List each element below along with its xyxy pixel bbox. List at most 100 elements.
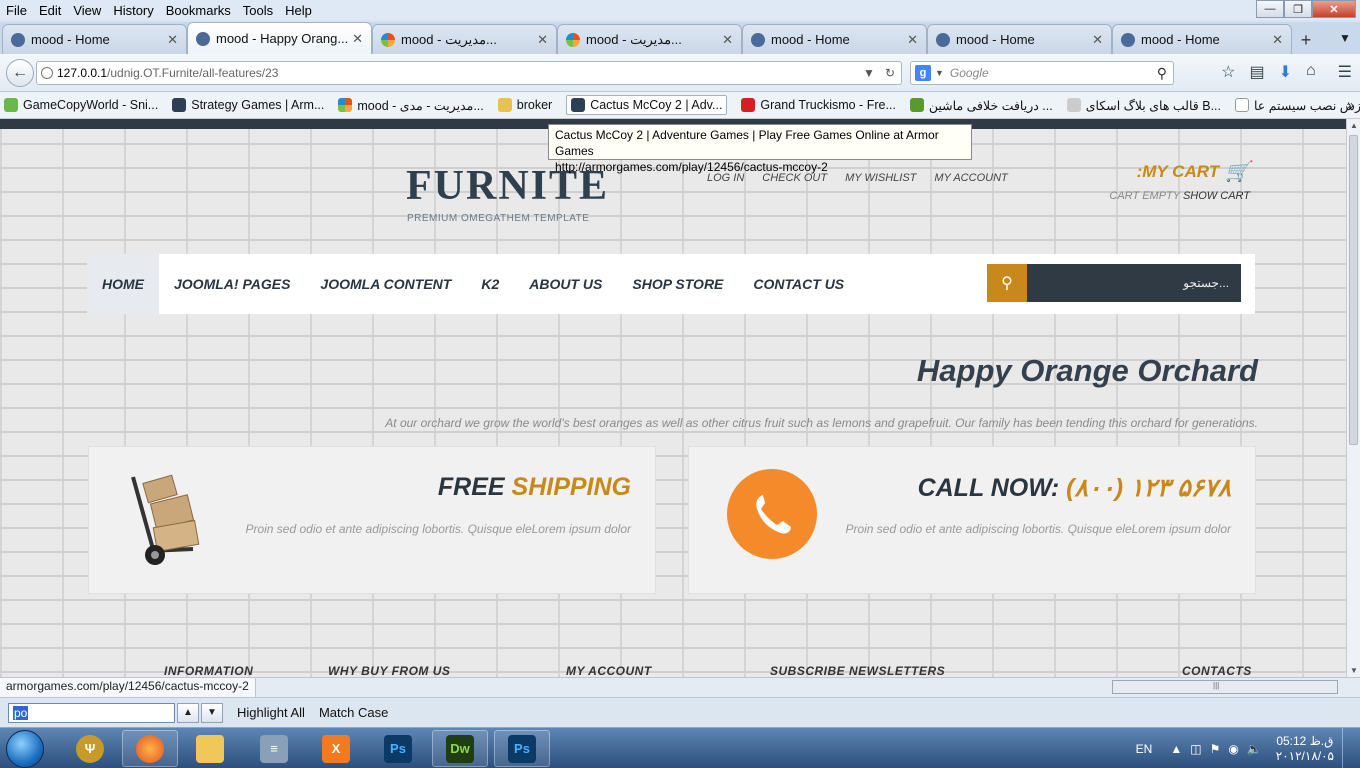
- horizontal-scrollbar[interactable]: |||: [1112, 680, 1338, 694]
- url-bar[interactable]: 127.0.0.1/udnig.OT.Furnite/all-features/…: [36, 61, 902, 85]
- vertical-scrollbar[interactable]: ▲ ▼: [1346, 119, 1360, 677]
- restore-button[interactable]: ❐: [1284, 0, 1312, 18]
- cart-title[interactable]: :MY CART: [1137, 162, 1220, 182]
- taskbar-app[interactable]: [122, 730, 178, 767]
- bookmark-item[interactable]: GameCopyWorld - Sni...: [4, 98, 158, 112]
- minimize-button[interactable]: —: [1256, 0, 1284, 18]
- taskbar: Ψ ≡ X Ps Dw Ps EN ▲ ◫ ⚑ ◉ 🔈 05:12 ق.ظ ۲۰…: [0, 727, 1360, 768]
- search-icon[interactable]: ⚲: [987, 264, 1027, 302]
- find-previous-button[interactable]: ▲: [177, 702, 199, 723]
- bookmarks-list-icon[interactable]: ▤: [1249, 62, 1264, 82]
- menu-help[interactable]: Help: [279, 3, 318, 18]
- bookmark-item[interactable]: Grand Truckismo - Fre...: [741, 98, 896, 112]
- bookmark-favicon: [1066, 98, 1081, 112]
- site-search-input[interactable]: جستجو...: [1027, 264, 1241, 302]
- network-icon[interactable]: ◫: [1190, 742, 1201, 756]
- tab[interactable]: mood - Home ✕: [2, 24, 187, 54]
- find-next-button[interactable]: ▼: [201, 702, 223, 723]
- chevron-down-icon[interactable]: ▼: [935, 68, 944, 78]
- close-tab-icon[interactable]: ✕: [722, 32, 733, 48]
- nav-k2[interactable]: K2: [466, 254, 514, 314]
- grip-icon: |||: [1213, 681, 1220, 690]
- dropdown-icon[interactable]: ▼: [863, 66, 875, 80]
- menu-tools[interactable]: Tools: [237, 3, 279, 18]
- photoshop-icon: Ps: [508, 734, 536, 763]
- reload-icon[interactable]: ↻: [885, 66, 895, 80]
- download-icon[interactable]: ⬇: [1279, 62, 1292, 82]
- cart-icon[interactable]: 🛒: [1225, 159, 1250, 184]
- language-indicator[interactable]: EN: [1136, 742, 1153, 756]
- chevron-right-icon[interactable]: »: [1347, 98, 1354, 112]
- taskbar-app[interactable]: Dw: [432, 730, 488, 767]
- scroll-down-icon[interactable]: ▼: [1350, 666, 1358, 675]
- tab-label: mood - Home: [31, 32, 110, 47]
- taskbar-app[interactable]: Ps: [494, 730, 550, 767]
- home-icon[interactable]: ⌂: [1306, 62, 1316, 82]
- google-icon[interactable]: g: [915, 65, 931, 81]
- bookmark-item[interactable]: mood - مدیریت - مدی...: [338, 98, 484, 113]
- nav-shop-store[interactable]: SHOP STORE: [617, 254, 738, 314]
- scroll-up-icon[interactable]: ▲: [1350, 121, 1358, 130]
- scroll-thumb[interactable]: [1349, 135, 1358, 445]
- menu-edit[interactable]: Edit: [33, 3, 67, 18]
- search-bar[interactable]: g ▼ Google ⚲: [910, 61, 1174, 85]
- show-desktop-button[interactable]: [1342, 728, 1354, 768]
- nav-joomla-content[interactable]: JOOMLA CONTENT: [305, 254, 466, 314]
- bookmark-item[interactable]: قالب های بلاگ اسکای B...: [1066, 98, 1221, 113]
- highlight-all-button[interactable]: Highlight All: [237, 705, 305, 720]
- power-icon[interactable]: ◉: [1228, 742, 1238, 756]
- taskbar-app[interactable]: ≡: [246, 730, 302, 767]
- bookmark-item[interactable]: broker: [497, 98, 552, 112]
- footer-contacts: CONTACTS: [1182, 664, 1252, 677]
- close-tab-icon[interactable]: ✕: [1272, 32, 1283, 48]
- search-icon[interactable]: ⚲: [1157, 65, 1167, 82]
- nav-contact-us[interactable]: CONTACT US: [738, 254, 859, 314]
- bookmark-item[interactable]: Strategy Games | Arm...: [172, 98, 324, 112]
- nav-home[interactable]: HOME: [87, 254, 159, 314]
- footer-information: INFORMATION: [164, 664, 254, 677]
- tab[interactable]: mood - مدیریت... ✕: [557, 24, 742, 54]
- taskbar-app[interactable]: Ψ: [62, 730, 118, 767]
- taskbar-app[interactable]: Ps: [370, 730, 426, 767]
- tab-list-icon[interactable]: ▼: [1330, 22, 1360, 54]
- photoshop-icon: Ps: [384, 734, 412, 763]
- tooltip-url: http://armorgames.com/play/12456/cactus-…: [555, 160, 828, 174]
- star-icon[interactable]: ☆: [1221, 62, 1235, 82]
- new-tab-button[interactable]: +: [1292, 26, 1320, 54]
- bookmark-label: mood - مدیریت - مدی...: [357, 98, 484, 113]
- back-button[interactable]: ←: [6, 58, 34, 87]
- tab[interactable]: mood - Home ✕: [742, 24, 927, 54]
- close-tab-icon[interactable]: ✕: [1092, 32, 1103, 48]
- close-tab-icon[interactable]: ✕: [352, 31, 363, 47]
- close-window-button[interactable]: ✕: [1312, 0, 1356, 18]
- menu-view[interactable]: View: [67, 3, 107, 18]
- taskbar-app[interactable]: [182, 730, 238, 767]
- show-cart-link[interactable]: SHOW CART: [1183, 190, 1250, 202]
- menu-icon[interactable]: ☰: [1338, 62, 1352, 82]
- find-input[interactable]: po: [8, 702, 175, 723]
- menu-file[interactable]: File: [0, 3, 33, 18]
- tab[interactable]: mood - مدیریت... ✕: [372, 24, 557, 54]
- menu-bar: File Edit View History Bookmarks Tools H…: [0, 0, 1360, 20]
- tab[interactable]: mood - Home ✕: [1112, 24, 1292, 54]
- nav-about-us[interactable]: ABOUT US: [514, 254, 617, 314]
- nav-joomla-pages[interactable]: JOOMLA! PAGES: [159, 254, 305, 314]
- tab-label: mood - Home: [771, 32, 850, 47]
- start-button[interactable]: [6, 730, 44, 768]
- bookmark-item[interactable]: Cactus McCoy 2 | Adv...: [566, 95, 728, 115]
- taskbar-app[interactable]: X: [308, 730, 364, 767]
- tab-active[interactable]: mood - Happy Orang... ✕: [187, 22, 372, 54]
- menu-bookmarks[interactable]: Bookmarks: [160, 3, 237, 18]
- close-tab-icon[interactable]: ✕: [537, 32, 548, 48]
- menu-history[interactable]: History: [107, 3, 159, 18]
- close-tab-icon[interactable]: ✕: [167, 32, 178, 48]
- match-case-checkbox[interactable]: Match Case: [319, 705, 388, 720]
- flag-icon[interactable]: ⚑: [1210, 742, 1221, 756]
- tab[interactable]: mood - Home ✕: [927, 24, 1112, 54]
- chevron-up-icon[interactable]: ▲: [1170, 742, 1182, 756]
- bookmark-item[interactable]: آموزش نصب سیستم عا...: [1235, 98, 1360, 113]
- close-tab-icon[interactable]: ✕: [907, 32, 918, 48]
- bookmark-item[interactable]: دریافت خلافی ماشین ...: [909, 98, 1053, 113]
- volume-icon[interactable]: 🔈: [1247, 742, 1262, 756]
- clock[interactable]: 05:12 ق.ظ ۲۰۱۲/۱۸/۰۵: [1276, 734, 1334, 764]
